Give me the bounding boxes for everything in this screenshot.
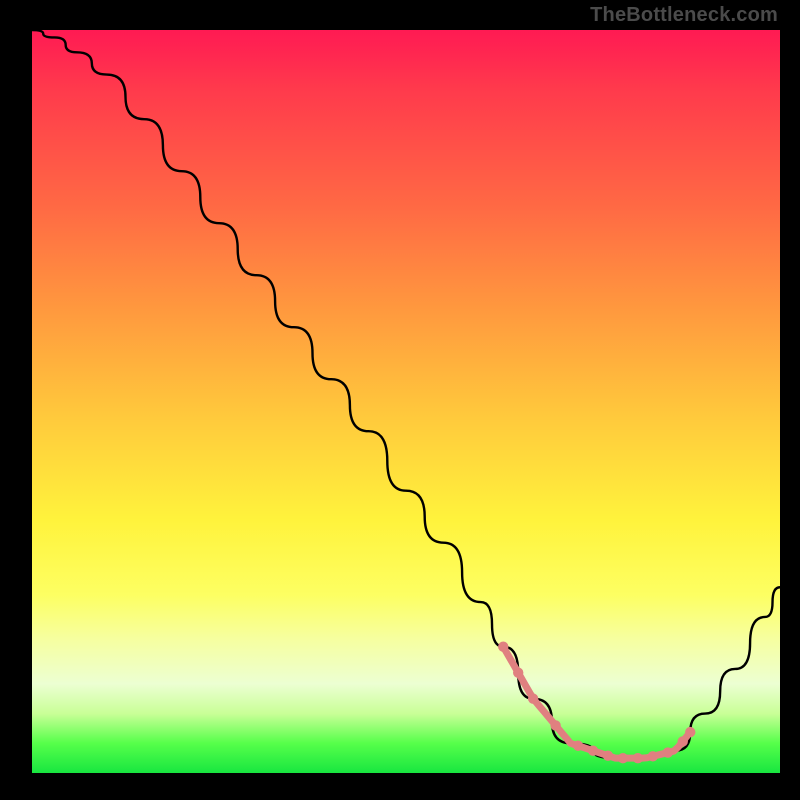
chart-frame xyxy=(32,30,780,773)
heat-gradient xyxy=(32,30,780,773)
watermark-text: TheBottleneck.com xyxy=(590,4,778,27)
chart-plot-area xyxy=(32,30,780,773)
